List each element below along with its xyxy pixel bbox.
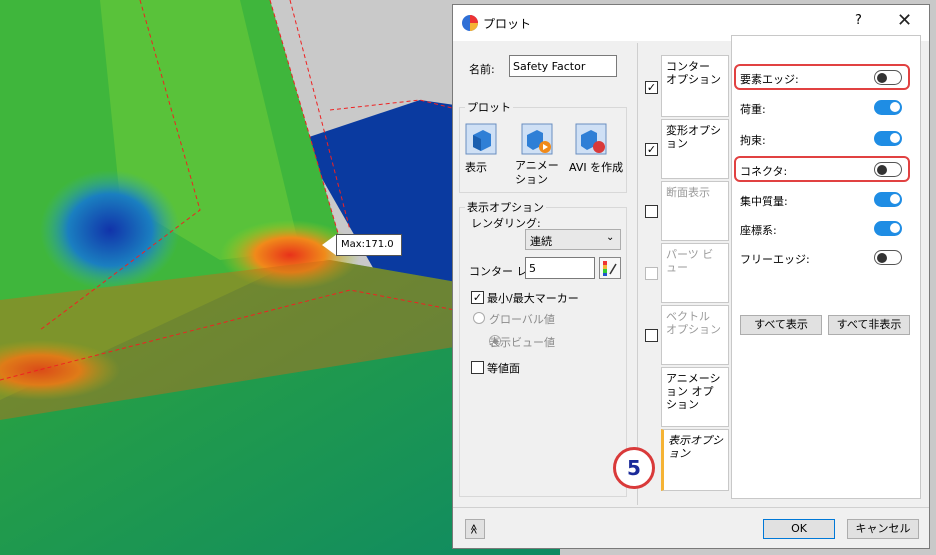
contour-levels-label: コンター レ: [469, 265, 528, 278]
tab-contour-options[interactable]: コンター オプション: [661, 55, 729, 117]
color-scale-button[interactable]: [599, 257, 621, 279]
show-label: 表示: [465, 161, 487, 174]
connectors-toggle[interactable]: [874, 162, 902, 177]
display-options-group: [459, 207, 627, 497]
display-options-panel: 要素エッジ: 荷重: 拘束: コネクタ: 集中質量: 座標系: フリーエッジ:: [731, 35, 921, 499]
view-value-label: 表示ビュー値: [489, 336, 555, 349]
app-icon: [462, 15, 478, 31]
tab-parts-view[interactable]: パーツ ビュー: [661, 243, 729, 303]
tab-checkbox-deformation[interactable]: ✓: [645, 143, 658, 156]
toggle-row-connectors: コネクタ:: [734, 156, 916, 182]
constraints-toggle[interactable]: [874, 131, 902, 146]
toggle-row-lumped-mass: 集中質量:: [738, 190, 916, 210]
plot-dialog: プロット ? ✕ 名前: プロット 表示 アニメーション AVI を作成 表: [452, 4, 930, 549]
toggle-row-constraints: 拘束:: [738, 129, 916, 149]
coordinate-systems-label: 座標系:: [740, 224, 777, 237]
isosurface-label: 等値面: [487, 362, 520, 375]
collapse-button[interactable]: ≫: [465, 519, 485, 539]
animation-label: アニメーション: [515, 159, 559, 186]
global-value-radio[interactable]: [473, 312, 485, 324]
isosurface-checkbox[interactable]: [471, 361, 484, 374]
tab-checkbox-section[interactable]: [645, 205, 658, 218]
constraints-label: 拘束:: [740, 134, 766, 147]
show-all-button[interactable]: すべて表示: [740, 315, 822, 335]
toggle-row-loads: 荷重:: [738, 98, 916, 118]
hide-all-button[interactable]: すべて非表示: [828, 315, 910, 335]
step-number-badge: 5: [613, 447, 655, 489]
avi-label: AVI を作成: [569, 161, 624, 174]
free-edges-label: フリーエッジ:: [740, 253, 810, 266]
tab-display-options[interactable]: 表示オプション: [661, 429, 729, 491]
cancel-button[interactable]: キャンセル: [847, 519, 919, 539]
tab-checkbox-contour[interactable]: ✓: [645, 81, 658, 94]
rendering-value: 連続: [530, 235, 552, 248]
tab-checkbox-vector[interactable]: [645, 329, 658, 342]
loads-toggle[interactable]: [874, 100, 902, 115]
animation-button[interactable]: [521, 123, 553, 155]
toggle-row-element-edges: 要素エッジ:: [734, 64, 916, 90]
avi-icon: [575, 123, 607, 155]
tab-checkbox-parts: [645, 267, 658, 280]
max-marker-arrow: [322, 234, 337, 256]
display-options-legend: 表示オプション: [465, 199, 546, 215]
toggle-row-coordinate-systems: 座標系:: [738, 219, 916, 239]
animation-icon: [521, 123, 553, 155]
name-field[interactable]: [509, 55, 617, 77]
show-plot-button[interactable]: [465, 123, 497, 155]
close-button[interactable]: ✕: [897, 10, 912, 31]
name-label: 名前:: [469, 63, 495, 76]
global-value-label: グローバル値: [489, 313, 555, 326]
tab-animation-options[interactable]: アニメーション オプション: [661, 367, 729, 427]
tab-vector-options[interactable]: ベクトル オプション: [661, 305, 729, 365]
minmax-marker-label: 最小/最大マーカー: [487, 292, 579, 305]
show-cube-icon: [465, 123, 497, 155]
avi-button[interactable]: [575, 123, 607, 155]
tab-deformation-options[interactable]: 変形オプション: [661, 119, 729, 179]
chevron-down-icon: ⌄: [606, 232, 615, 243]
plot-group-legend: プロット: [465, 99, 513, 115]
lumped-mass-label: 集中質量:: [740, 195, 788, 208]
toggle-row-free-edges: フリーエッジ:: [738, 248, 916, 268]
color-scale-icon: [603, 261, 617, 276]
bottom-divider: [453, 507, 929, 508]
element-edges-toggle[interactable]: [874, 70, 902, 85]
rendering-select[interactable]: 連続 ⌄: [525, 229, 621, 250]
max-marker-label: Max:171.0: [336, 234, 402, 256]
connectors-label: コネクタ:: [740, 165, 788, 178]
loads-label: 荷重:: [740, 103, 766, 116]
panel-divider: [637, 43, 638, 505]
dialog-title: プロット: [483, 17, 532, 31]
ok-button[interactable]: OK: [763, 519, 835, 539]
tab-section-view[interactable]: 断面表示: [661, 181, 729, 241]
free-edges-toggle[interactable]: [874, 250, 902, 265]
contour-levels-field[interactable]: [525, 257, 595, 279]
lumped-mass-toggle[interactable]: [874, 192, 902, 207]
element-edges-label: 要素エッジ:: [740, 73, 799, 86]
minmax-marker-checkbox[interactable]: ✓: [471, 291, 484, 304]
help-button[interactable]: ?: [855, 13, 862, 28]
coordinate-systems-toggle[interactable]: [874, 221, 902, 236]
